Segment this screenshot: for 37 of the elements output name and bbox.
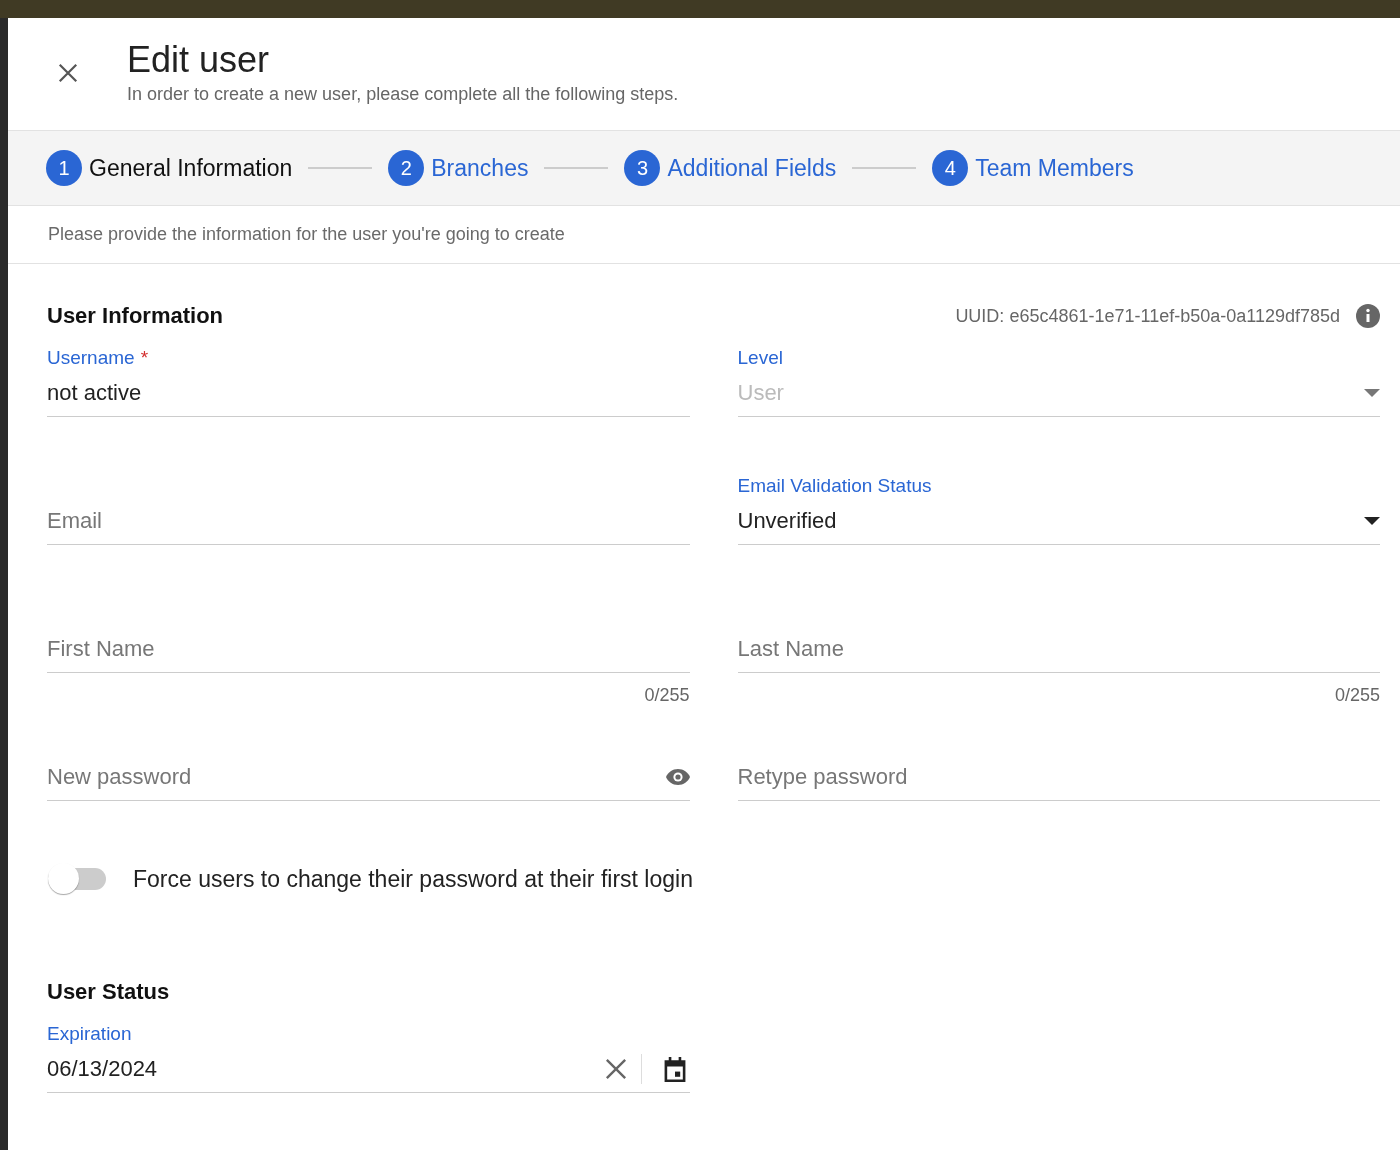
input-field[interactable]: First Name [47, 636, 690, 662]
step-tab[interactable]: General Information [89, 154, 293, 182]
instructions-text: Please provide the information for the user you're going to create [48, 224, 565, 245]
required-asterisk: * [140, 347, 149, 368]
uuid-text: UUID: e65c4861-1e71-11ef-b50a-0a1129df785d [955, 305, 1340, 327]
section-title: User Information [47, 303, 224, 329]
character-counter: 0/255 [643, 685, 690, 706]
close-icon [56, 62, 79, 84]
password-field[interactable]: New password [47, 764, 652, 790]
step-number-badge: 2 [388, 150, 425, 186]
character-counter: 0/255 [1333, 685, 1380, 706]
toggle-switch[interactable] [47, 862, 107, 896]
field-label: Email Validation Status [737, 475, 932, 496]
step-tab[interactable]: Additional Fields [667, 154, 837, 182]
toggle-label: Force users to change their password at their first login [133, 865, 693, 893]
clear-icon[interactable] [604, 1058, 627, 1080]
eye-icon[interactable] [665, 769, 690, 785]
dropdown-caret-icon[interactable] [1364, 517, 1380, 525]
section-title: User Status [47, 979, 170, 1005]
select-field[interactable]: Unverified [737, 508, 1350, 534]
field-label: Expiration [47, 1023, 132, 1044]
field-label: Username [47, 347, 135, 368]
step-tab[interactable]: Branches [431, 154, 529, 182]
dialog-subtitle: In order to create a new user, please complete all the following steps. [127, 84, 679, 105]
info-icon[interactable] [1356, 304, 1380, 328]
input-field[interactable]: Last Name [737, 636, 1380, 662]
calendar-icon[interactable] [663, 1056, 686, 1082]
step-number-badge: 1 [46, 150, 82, 186]
step-number-badge: 4 [932, 150, 969, 186]
step-number-badge: 3 [624, 150, 661, 186]
field-label: Level [737, 347, 783, 368]
input-field[interactable]: Retype password [737, 764, 1380, 790]
input-field[interactable]: Email [47, 508, 690, 534]
date-field[interactable]: 06/13/2024 [47, 1056, 591, 1082]
dialog-title: Edit user [127, 38, 271, 82]
step-tab[interactable]: Team Members [975, 154, 1134, 182]
input-field[interactable]: not active [47, 380, 690, 406]
